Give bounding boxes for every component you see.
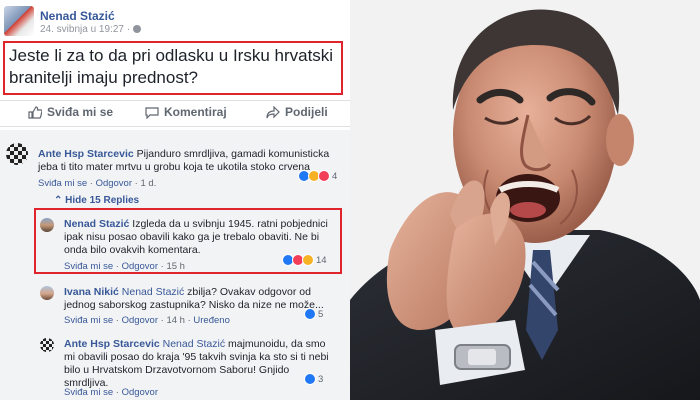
author-name[interactable]: Nenad Stazić <box>40 9 115 23</box>
globe-icon <box>133 25 142 33</box>
post-text: Jeste li za to da pri odlasku u Irsku hr… <box>9 46 334 87</box>
comment-reply-link[interactable]: Odgovor <box>122 387 158 398</box>
comment-text: Nenad Stazić Izgleda da u svibnju 1945. … <box>64 218 336 257</box>
comment-reactions[interactable]: 4 <box>298 170 337 182</box>
divider <box>0 126 350 127</box>
comment-label: Komentiraj <box>164 105 227 119</box>
comment-reactions[interactable]: 5 <box>304 308 323 320</box>
post-timestamp[interactable]: 24. svibnja u 19:27 · <box>40 24 142 35</box>
commenter-avatar[interactable] <box>6 143 28 165</box>
author-avatar[interactable] <box>4 6 34 36</box>
comment-time: 15 h <box>166 261 185 272</box>
comment-author[interactable]: Ante Hsp Starcevic <box>64 338 160 350</box>
laughing-man-photo <box>350 0 700 400</box>
post-actions: Sviđa mi se Komentiraj Podijeli <box>0 101 350 125</box>
commenter-avatar[interactable] <box>40 338 54 352</box>
share-icon <box>266 105 280 118</box>
man-illustration <box>350 0 700 400</box>
reaction-count: 5 <box>318 308 324 320</box>
comment-text: Ante Hsp Starcevic Nenad Stazić majmunoi… <box>64 338 336 390</box>
comment-mention[interactable]: Nenad Stazić <box>119 286 184 298</box>
comment-like-link[interactable]: Sviđa mi se <box>64 387 113 398</box>
comment-reactions[interactable]: 3 <box>304 373 323 385</box>
thumbs-up-icon <box>28 105 42 119</box>
comment-reply-link[interactable]: Odgovor <box>122 315 158 326</box>
comments-section: Ante Hsp Starcevic Pijanduro smrdljiva, … <box>0 130 350 400</box>
comment-reply-link[interactable]: Odgovor <box>122 261 158 272</box>
comment-icon <box>145 106 159 119</box>
comment-meta: Sviđa mi se · Odgovor <box>64 387 158 398</box>
comment-meta: Sviđa mi se · Odgovor · 14 h · Uređeno <box>64 315 230 326</box>
comment-author[interactable]: Ante Hsp Starcevic <box>38 148 134 160</box>
like-button[interactable]: Sviđa mi se <box>28 105 113 119</box>
reply-arrow-icon: ⌃ <box>54 195 66 206</box>
hide-replies-label: Hide 15 Replies <box>65 195 140 206</box>
post-header: Nenad Stazić 24. svibnja u 19:27 · <box>4 6 344 40</box>
like-reaction-icon <box>304 308 316 320</box>
like-label: Sviđa mi se <box>47 105 114 119</box>
share-button[interactable]: Podijeli <box>266 105 328 119</box>
angry-reaction-icon <box>318 170 330 182</box>
comment-author[interactable]: Ivana Nikić <box>64 286 119 298</box>
post-date: 24. svibnja u 19:27 · <box>40 24 131 35</box>
reaction-count: 3 <box>318 373 324 385</box>
comment-author[interactable]: Nenad Stazić <box>64 218 129 230</box>
commenter-avatar[interactable] <box>40 218 54 232</box>
haha-reaction-icon <box>302 254 314 266</box>
comment-time: 1 d. <box>140 178 157 189</box>
reaction-count: 14 <box>316 254 327 266</box>
post-text-highlight: Jeste li za to da pri odlasku u Irsku hr… <box>3 41 343 95</box>
comment-reply-link[interactable]: Odgovor <box>96 178 132 189</box>
comment-time: 14 h <box>166 315 185 326</box>
comment-like-link[interactable]: Sviđa mi se <box>38 178 87 189</box>
comment-edited-link[interactable]: Uređeno <box>193 315 229 326</box>
hide-replies-link[interactable]: ⌃ Hide 15 Replies <box>54 195 139 206</box>
reaction-count: 4 <box>332 170 338 182</box>
commenter-avatar[interactable] <box>40 286 54 300</box>
comment-meta: Sviđa mi se · Odgovor · 15 h <box>64 261 185 272</box>
comment-button[interactable]: Komentiraj <box>145 105 227 119</box>
comment-text: Ivana Nikić Nenad Stazić zbilja? Ovakav … <box>64 286 336 312</box>
comment-reactions[interactable]: 14 <box>282 254 327 266</box>
comment-like-link[interactable]: Sviđa mi se <box>64 261 113 272</box>
like-reaction-icon <box>304 373 316 385</box>
comment-mention[interactable]: Nenad Stazić <box>160 338 225 350</box>
comment-text: Ante Hsp Starcevic Pijanduro smrdljiva, … <box>38 148 338 174</box>
share-label: Podijeli <box>285 105 328 119</box>
comment-like-link[interactable]: Sviđa mi se <box>64 315 113 326</box>
comment-meta: Sviđa mi se · Odgovor · 1 d. <box>38 178 157 189</box>
facebook-post: Nenad Stazić 24. svibnja u 19:27 · Jeste… <box>0 0 350 400</box>
